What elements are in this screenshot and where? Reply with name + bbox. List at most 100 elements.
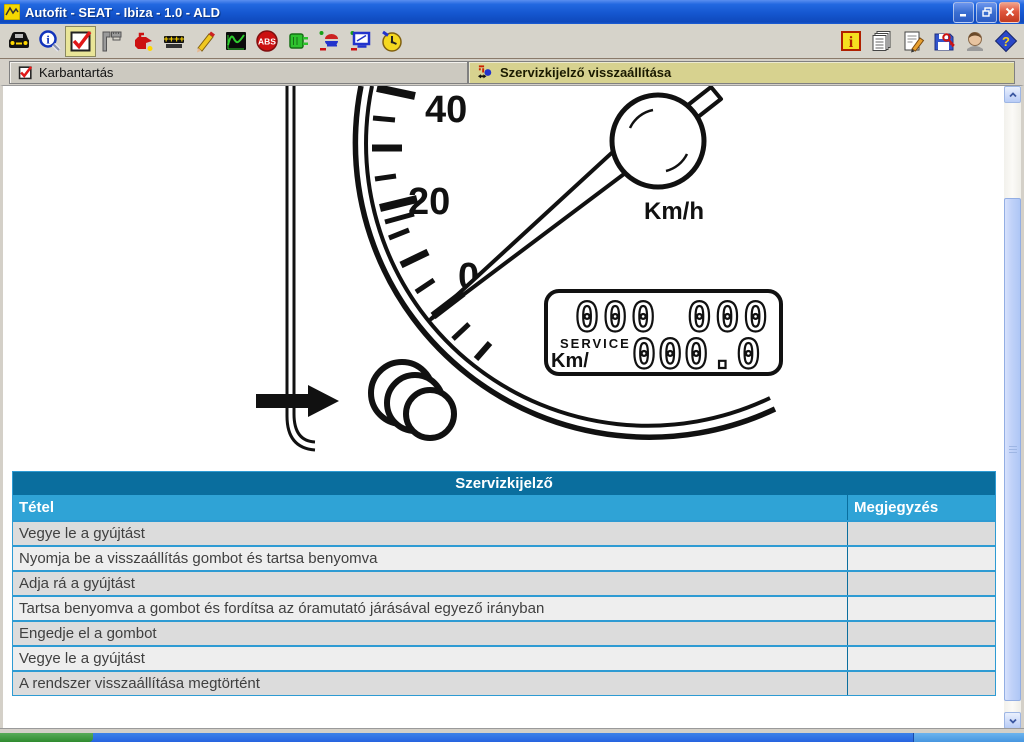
table-row: Nyomja be a visszaállítás gombot és tart… [13, 545, 995, 570]
column-header-megjegyzes: Megjegyzés [847, 495, 995, 520]
technical-data-caliper-icon [102, 31, 121, 52]
tab-karbantartas[interactable]: Karbantartás [9, 61, 468, 84]
toolbar-button-technical-data[interactable] [96, 26, 127, 57]
table-row: Adja rá a gyújtást [13, 570, 995, 595]
minimize-button[interactable] [953, 1, 974, 23]
info-icon: i [840, 31, 861, 51]
toolbar-button-service-times[interactable] [375, 26, 406, 57]
brakes-abs-icon: ABS [255, 30, 278, 52]
toolbar-button-maintenance[interactable] [65, 25, 96, 57]
table-rows: Vegye le a gyújtást Nyomja be a visszaál… [13, 520, 995, 695]
reset-button-drawing [368, 359, 457, 441]
toolbar-button-engine-timing[interactable]: ++++ [158, 26, 189, 57]
content-area: 40 20 0 Km/h 000 000 SERVICE Km/ 000.0 S… [0, 85, 1024, 729]
wiring-diagram-monitor-icon [350, 31, 370, 51]
minimize-icon [959, 14, 966, 17]
toolbar: i ++++ ABS i ? [0, 24, 1024, 59]
close-icon [1005, 7, 1014, 17]
toolbar-button-wiring-diagram[interactable] [344, 26, 375, 57]
system-tray [913, 733, 1024, 742]
documents-icon [872, 31, 890, 51]
edit-note-icon [904, 31, 924, 53]
vehicle-car-icon [8, 32, 29, 48]
reset-indicator-icon [477, 65, 492, 79]
notes-pencil-icon [196, 31, 215, 53]
checkbox-checked-icon [18, 66, 33, 80]
toolbar-button-documents[interactable] [866, 26, 897, 57]
row-item: Adja rá a gyújtást [19, 575, 135, 592]
electrics-connector-icon [288, 33, 308, 49]
scrollbar-thumb[interactable] [1004, 198, 1021, 701]
odometer-digits-bottom: 000.0 [632, 332, 762, 378]
engine-timing-icon: ++++ [163, 34, 184, 48]
toolbar-button-edit-note[interactable] [897, 26, 928, 57]
row-note [847, 597, 995, 620]
chevron-up-icon [1008, 91, 1017, 97]
app-logo-icon [4, 4, 20, 20]
toolbar-button-lubricants[interactable] [127, 26, 158, 57]
row-item: Nyomja be a visszaállítás gombot és tart… [19, 550, 378, 567]
row-item: Tartsa benyomva a gombot és fordítsa az … [19, 600, 545, 617]
toolbar-button-notes[interactable] [189, 26, 220, 57]
service-label: SERVICE [560, 336, 631, 351]
row-item: Engedje el a gombot [19, 625, 157, 642]
restore-button[interactable] [976, 1, 997, 23]
diagnostics-oscilloscope-icon [225, 32, 246, 50]
help-icon: ? [994, 29, 1017, 53]
identify-magnifier-info-icon: i [38, 30, 61, 52]
row-note [847, 522, 995, 545]
table-row: Engedje el a gombot [13, 620, 995, 645]
speed-label-20: 20 [408, 181, 450, 223]
ignition-icon [319, 31, 338, 51]
toolbar-button-diagnostics[interactable] [220, 26, 251, 57]
table-row: Vegye le a gyújtást [13, 645, 995, 670]
toolbar-button-info[interactable]: i [835, 26, 866, 57]
table-title: Szervizkijelző [13, 472, 995, 495]
tab-label: Szervizkijelző visszaállítása [500, 65, 672, 80]
window-controls [953, 1, 1020, 23]
row-note [847, 672, 995, 695]
toolbar-button-vehicle[interactable] [3, 26, 34, 57]
save-security-key-icon [934, 33, 955, 51]
title-bar: Autofit - SEAT - Ibiza - 1.0 - ALD [0, 0, 1024, 24]
service-indicator-diagram: 40 20 0 Km/h 000 000 SERVICE Km/ 000.0 [256, 86, 783, 452]
toolbar-button-ignition[interactable] [313, 26, 344, 57]
toolbar-button-brakes-abs[interactable]: ABS [251, 26, 282, 57]
arrow-icon [256, 385, 339, 417]
lubricants-oil-can-icon [134, 32, 152, 51]
start-button[interactable] [0, 733, 93, 742]
speed-label-40: 40 [425, 89, 467, 131]
scroll-down-button[interactable] [1004, 712, 1021, 729]
scroll-up-button[interactable] [1004, 86, 1021, 103]
contact-person-icon [966, 32, 983, 51]
close-button[interactable] [999, 1, 1020, 23]
table-row: Vegye le a gyújtást [13, 520, 995, 545]
svg-text:i: i [848, 34, 853, 51]
maintenance-checkbox-icon [70, 30, 91, 52]
table-column-header: Tétel Megjegyzés [13, 495, 995, 520]
toolbar-button-save-security[interactable] [928, 26, 959, 57]
chevron-down-icon [1008, 718, 1017, 724]
row-note [847, 647, 995, 670]
row-note [847, 547, 995, 570]
row-item: A rendszer visszaállítása megtörtént [19, 675, 260, 692]
reset-knob [609, 92, 707, 190]
toolbar-button-help[interactable]: ? [990, 26, 1021, 57]
row-note [847, 622, 995, 645]
service-times-clock-icon [381, 30, 402, 52]
svg-text:?: ? [1002, 34, 1010, 49]
tab-szervizkijelzo-visszaallitasa[interactable]: Szervizkijelző visszaállítása [468, 61, 1015, 84]
window-title: Autofit - SEAT - Ibiza - 1.0 - ALD [25, 4, 220, 20]
toolbar-button-identify[interactable]: i [34, 26, 65, 57]
taskbar [0, 733, 1024, 742]
toolbar-button-electrics[interactable] [282, 26, 313, 57]
table-row: A rendszer visszaállítása megtörtént [13, 670, 995, 695]
table-row: Tartsa benyomva a gombot és fordítsa az … [13, 595, 995, 620]
tab-label: Karbantartás [39, 65, 114, 80]
unit-label: Km/h [644, 198, 704, 225]
tab-bar: Karbantartás Szervizkijelző visszaállítá… [0, 59, 1024, 85]
svg-text:ABS: ABS [258, 37, 276, 47]
row-note [847, 572, 995, 595]
toolbar-button-contact[interactable] [959, 26, 990, 57]
vertical-scrollbar[interactable] [1004, 86, 1021, 729]
